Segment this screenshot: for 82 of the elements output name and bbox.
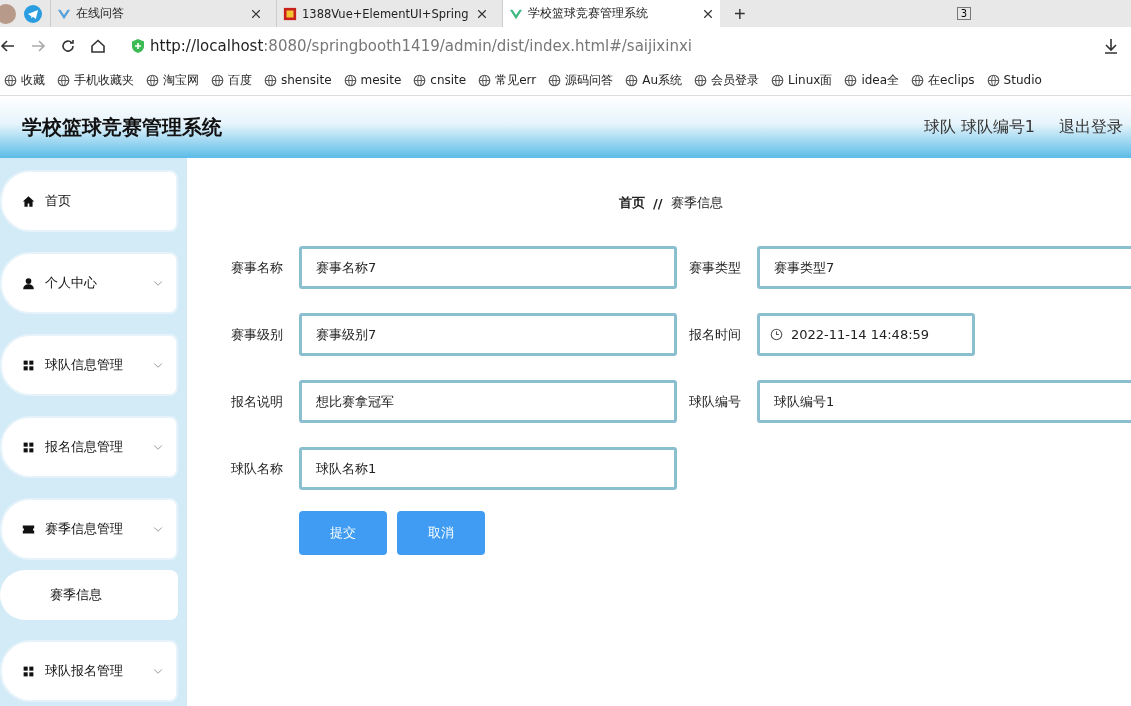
submenu-item[interactable]: 赛季信息: [0, 570, 178, 620]
bookmark-link[interactable]: cnsite: [413, 73, 467, 87]
bookmark-link[interactable]: 百度: [211, 71, 252, 89]
globe-icon: [694, 73, 708, 87]
close-icon: [250, 7, 262, 20]
input-field[interactable]: 赛事名称7: [299, 246, 677, 289]
globe-icon: [548, 73, 562, 87]
ticket-icon: [22, 522, 35, 536]
field-label: 赛事级别: [231, 325, 284, 344]
home-icon: [22, 194, 35, 208]
globe-icon: [911, 73, 925, 87]
globe-icon: [4, 73, 17, 87]
field-label: 报名时间: [689, 325, 742, 344]
input-field[interactable]: 想比赛拿冠军: [299, 380, 677, 423]
page-icon: [283, 6, 297, 21]
bookmark-link[interactable]: Au系统: [625, 71, 683, 89]
breadcrumb-item[interactable]: 首页: [619, 194, 645, 212]
bookmark-link[interactable]: 在eclips: [911, 71, 975, 89]
globe-icon: [343, 73, 357, 87]
menu-item[interactable]: 报名信息管理: [0, 416, 178, 478]
field-label: 赛事类型: [689, 258, 742, 277]
bookmark-link[interactable]: mesite: [343, 73, 402, 87]
tab-title: 1388Vue+ElementUI+Spring: [302, 6, 470, 21]
field-label: 球队编号: [689, 392, 742, 411]
shield-icon: [130, 38, 146, 54]
window-count[interactable]: 3: [956, 7, 971, 20]
breadcrumb-item: 赛季信息: [670, 194, 723, 212]
clock-icon: [770, 328, 783, 341]
tab-title: 学校篮球竞赛管理系统: [528, 6, 649, 21]
bookmark-link[interactable]: 源码问答: [548, 71, 614, 89]
grid-icon: [22, 358, 35, 372]
globe-icon: [986, 73, 1000, 87]
send-icon: [24, 4, 42, 23]
menu-item[interactable]: 赛季信息管理: [0, 498, 178, 560]
globe-icon: [146, 73, 159, 87]
globe-icon: [264, 73, 277, 87]
input-field[interactable]: 赛事类型7: [757, 246, 1131, 289]
globe-icon: [771, 73, 785, 87]
field-label: 赛事名称: [231, 258, 284, 277]
bookmark-link[interactable]: Linux面: [771, 71, 833, 89]
input-field[interactable]: 球队名称1: [299, 447, 677, 490]
bookmark-link[interactable]: 淘宝网: [146, 71, 199, 89]
forward-icon: [30, 38, 46, 54]
grid-icon: [22, 440, 35, 454]
menu-item[interactable]: 球队信息管理: [0, 334, 178, 396]
menu-item[interactable]: 球队报名管理: [0, 640, 178, 702]
back-icon: [0, 38, 16, 54]
input-field[interactable]: 2022-11-14 14:48:59: [757, 313, 975, 356]
menu-item[interactable]: 个人中心: [0, 252, 178, 314]
new-tab-button[interactable]: +: [728, 3, 752, 24]
bookmark-link[interactable]: idea全: [844, 71, 900, 89]
bookmark-link[interactable]: 收藏: [4, 71, 45, 89]
globe-icon: [57, 73, 70, 87]
globe-icon: [844, 73, 858, 87]
bookmark-link[interactable]: shensite: [264, 73, 332, 87]
globe-icon: [413, 73, 427, 87]
bookmark-link[interactable]: 手机收藏夹: [57, 71, 134, 89]
field-label: 球队名称: [231, 459, 284, 478]
globe-icon: [478, 73, 492, 87]
person-icon: [22, 276, 35, 290]
app-title: 学校篮球竞赛管理系统: [22, 113, 222, 141]
tab-title: 在线问答: [76, 6, 125, 21]
menu-item[interactable]: 首页: [0, 170, 178, 232]
field-label: 报名说明: [231, 392, 284, 411]
globe-icon: [211, 73, 224, 87]
download-icon: [1103, 38, 1119, 54]
logout-link[interactable]: 退出登录: [1059, 116, 1123, 138]
grid-icon: [22, 664, 35, 678]
reload-icon: [60, 38, 76, 54]
user-label: 球队 球队编号1: [923, 116, 1035, 138]
bookmark-link[interactable]: 常见err: [478, 71, 537, 89]
input-field[interactable]: 球队编号1: [757, 380, 1131, 423]
input-field[interactable]: 赛事级别7: [299, 313, 677, 356]
close-icon: [702, 7, 714, 20]
home-icon: [90, 38, 106, 54]
globe-icon: [625, 73, 639, 87]
avatar: [0, 3, 16, 24]
close-icon: [476, 7, 488, 20]
browser-tab[interactable]: 学校篮球竞赛管理系统: [502, 0, 720, 27]
bookmark-link[interactable]: Studio: [986, 73, 1042, 87]
breadcrumb-separator: //: [653, 195, 663, 211]
bookmark-link[interactable]: 会员登录: [694, 71, 760, 89]
